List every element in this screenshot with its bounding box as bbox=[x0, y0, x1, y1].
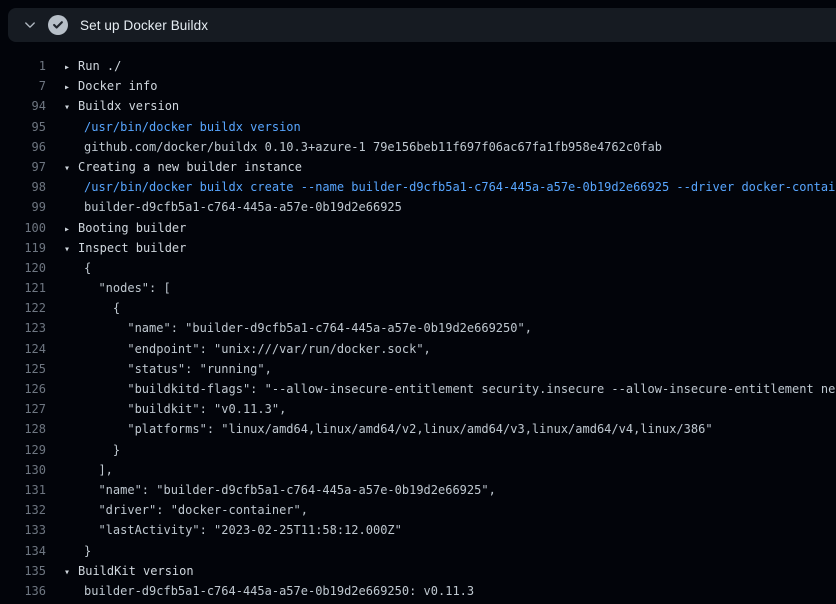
step-header[interactable]: Set up Docker Buildx bbox=[8, 8, 836, 42]
group-collapsed-icon: ▸ bbox=[64, 78, 78, 98]
log-line: 134 } bbox=[0, 541, 836, 561]
log-text: /usr/bin/docker buildx create --name bui… bbox=[84, 177, 836, 197]
line-number[interactable]: 100 bbox=[0, 218, 46, 238]
line-number[interactable]: 134 bbox=[0, 541, 46, 561]
line-number[interactable]: 99 bbox=[0, 197, 46, 217]
log-text: BuildKit version bbox=[78, 561, 194, 581]
log-group-line[interactable]: 1 ▸ Run ./ bbox=[0, 56, 836, 76]
log-group-line[interactable]: 119 ▾ Inspect builder bbox=[0, 238, 836, 258]
step-title: Set up Docker Buildx bbox=[80, 18, 208, 33]
group-expanded-icon: ▾ bbox=[64, 159, 78, 179]
line-number[interactable]: 96 bbox=[0, 137, 46, 157]
log-text: { bbox=[84, 298, 120, 318]
log-text: "nodes": [ bbox=[84, 278, 171, 298]
log-text: "name": "builder-d9cfb5a1-c764-445a-a57e… bbox=[84, 318, 532, 338]
log-text: Docker info bbox=[78, 76, 157, 96]
log-line: 127 "buildkit": "v0.11.3", bbox=[0, 399, 836, 419]
line-number[interactable]: 125 bbox=[0, 359, 46, 379]
log-text: builder-d9cfb5a1-c764-445a-a57e-0b19d2e6… bbox=[84, 581, 474, 601]
group-expanded-icon: ▾ bbox=[64, 563, 78, 583]
log-text: } bbox=[84, 440, 120, 460]
line-number[interactable]: 131 bbox=[0, 480, 46, 500]
line-number[interactable]: 120 bbox=[0, 258, 46, 278]
line-number[interactable]: 135 bbox=[0, 561, 46, 581]
log-text: github.com/docker/buildx 0.10.3+azure-1 … bbox=[84, 137, 662, 157]
log-line: 121 "nodes": [ bbox=[0, 278, 836, 298]
log-line: 124 "endpoint": "unix:///var/run/docker.… bbox=[0, 339, 836, 359]
log-line: 136 builder-d9cfb5a1-c764-445a-a57e-0b19… bbox=[0, 581, 836, 601]
log-text: Inspect builder bbox=[78, 238, 186, 258]
log-line: 123 "name": "builder-d9cfb5a1-c764-445a-… bbox=[0, 318, 836, 338]
line-number[interactable]: 7 bbox=[0, 76, 46, 96]
log-line: 132 "driver": "docker-container", bbox=[0, 500, 836, 520]
log-line: 131 "name": "builder-d9cfb5a1-c764-445a-… bbox=[0, 480, 836, 500]
log-text: "buildkit": "v0.11.3", bbox=[84, 399, 286, 419]
group-collapsed-icon: ▸ bbox=[64, 58, 78, 78]
log-line: 122 { bbox=[0, 298, 836, 318]
line-number[interactable]: 98 bbox=[0, 177, 46, 197]
log-text: "platforms": "linux/amd64,linux/amd64/v2… bbox=[84, 419, 713, 439]
log-group-line[interactable]: 135 ▾ BuildKit version bbox=[0, 561, 836, 581]
line-number[interactable]: 122 bbox=[0, 298, 46, 318]
line-number[interactable]: 130 bbox=[0, 460, 46, 480]
log-text: { bbox=[84, 258, 91, 278]
line-number[interactable]: 121 bbox=[0, 278, 46, 298]
log-line: 125 "status": "running", bbox=[0, 359, 836, 379]
log-text: ], bbox=[84, 460, 113, 480]
log-text: Creating a new builder instance bbox=[78, 157, 302, 177]
group-expanded-icon: ▾ bbox=[64, 240, 78, 260]
line-number[interactable]: 124 bbox=[0, 339, 46, 359]
line-number[interactable]: 123 bbox=[0, 318, 46, 338]
log-viewer: 1 ▸ Run ./ 7 ▸ Docker info 94 ▾ Buildx v… bbox=[0, 46, 836, 604]
log-text: Booting builder bbox=[78, 218, 186, 238]
log-line: 98 /usr/bin/docker buildx create --name … bbox=[0, 177, 836, 197]
log-text: Run ./ bbox=[78, 56, 121, 76]
log-line: 95 /usr/bin/docker buildx version bbox=[0, 117, 836, 137]
log-text: "buildkitd-flags": "--allow-insecure-ent… bbox=[84, 379, 836, 399]
log-text: "driver": "docker-container", bbox=[84, 500, 308, 520]
log-text: "endpoint": "unix:///var/run/docker.sock… bbox=[84, 339, 431, 359]
line-number[interactable]: 132 bbox=[0, 500, 46, 520]
chevron-down-icon[interactable] bbox=[22, 17, 38, 33]
log-line: 133 "lastActivity": "2023-02-25T11:58:12… bbox=[0, 520, 836, 540]
log-text: "name": "builder-d9cfb5a1-c764-445a-a57e… bbox=[84, 480, 496, 500]
log-line: 130 ], bbox=[0, 460, 836, 480]
log-line: 120 { bbox=[0, 258, 836, 278]
line-number[interactable]: 129 bbox=[0, 440, 46, 460]
log-line: 99 builder-d9cfb5a1-c764-445a-a57e-0b19d… bbox=[0, 197, 836, 217]
log-line: 128 "platforms": "linux/amd64,linux/amd6… bbox=[0, 419, 836, 439]
line-number[interactable]: 126 bbox=[0, 379, 46, 399]
line-number[interactable]: 128 bbox=[0, 419, 46, 439]
log-line: 126 "buildkitd-flags": "--allow-insecure… bbox=[0, 379, 836, 399]
line-number[interactable]: 1 bbox=[0, 56, 46, 76]
line-number[interactable]: 95 bbox=[0, 117, 46, 137]
check-circle-icon bbox=[48, 15, 68, 35]
line-number[interactable]: 119 bbox=[0, 238, 46, 258]
line-number[interactable]: 127 bbox=[0, 399, 46, 419]
log-text: builder-d9cfb5a1-c764-445a-a57e-0b19d2e6… bbox=[84, 197, 402, 217]
line-number[interactable]: 133 bbox=[0, 520, 46, 540]
log-group-line[interactable]: 7 ▸ Docker info bbox=[0, 76, 836, 96]
log-text: } bbox=[84, 541, 91, 561]
group-collapsed-icon: ▸ bbox=[64, 220, 78, 240]
log-group-line[interactable]: 94 ▾ Buildx version bbox=[0, 96, 836, 116]
log-group-line[interactable]: 100 ▸ Booting builder bbox=[0, 218, 836, 238]
line-number[interactable]: 136 bbox=[0, 581, 46, 601]
group-expanded-icon: ▾ bbox=[64, 98, 78, 118]
line-number[interactable]: 97 bbox=[0, 157, 46, 177]
log-line: 129 } bbox=[0, 440, 836, 460]
log-group-line[interactable]: 97 ▾ Creating a new builder instance bbox=[0, 157, 836, 177]
log-text: "status": "running", bbox=[84, 359, 272, 379]
log-text: /usr/bin/docker buildx version bbox=[84, 117, 301, 137]
log-line: 96 github.com/docker/buildx 0.10.3+azure… bbox=[0, 137, 836, 157]
line-number[interactable]: 94 bbox=[0, 96, 46, 116]
log-text: Buildx version bbox=[78, 96, 179, 116]
log-text: "lastActivity": "2023-02-25T11:58:12.000… bbox=[84, 520, 402, 540]
